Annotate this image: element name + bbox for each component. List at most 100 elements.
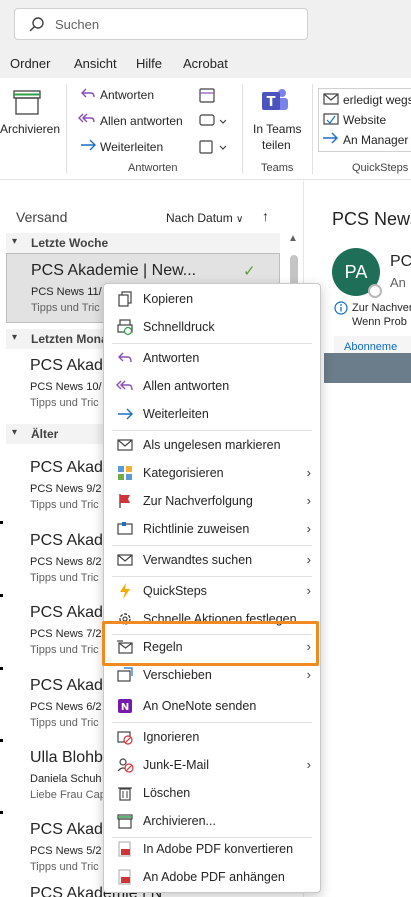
quick-print-icon xyxy=(117,319,133,336)
scroll-up-icon[interactable]: ▲ xyxy=(288,233,298,244)
message-preview: Tipps und Tric xyxy=(30,499,99,511)
submenu-arrow-icon: › xyxy=(306,667,311,682)
menu-item-junk[interactable]: Junk-E-Mail › xyxy=(105,751,319,779)
group-header[interactable]: ▾ Letzte Woche xyxy=(6,233,280,253)
menu-item-nachverfolgung[interactable]: Zur Nachverfolgung › xyxy=(105,487,319,515)
search-box[interactable]: Suchen xyxy=(14,8,308,40)
quickstep-website[interactable]: Website xyxy=(343,113,386,127)
menu-bar: Ordner Ansicht Hilfe Acrobat xyxy=(0,48,411,78)
flag-icon xyxy=(119,494,130,508)
message-sender: Ulla Blohbo xyxy=(30,749,112,766)
envelope-icon xyxy=(117,439,133,451)
menu-item-ungelesen[interactable]: Als ungelesen markieren xyxy=(105,431,319,459)
menu-item-quicksteps[interactable]: QuickSteps › xyxy=(105,577,319,605)
ribbon-forward-button[interactable]: Weiterleiten xyxy=(100,140,163,154)
menu-item-label: Verschieben xyxy=(143,668,212,682)
menu-item-label: Löschen xyxy=(143,786,191,800)
forward-icon xyxy=(118,408,133,420)
archive-button[interactable]: Archivieren xyxy=(0,122,60,136)
menu-item-label: Kopieren xyxy=(143,292,194,306)
onenote-icon: N xyxy=(118,699,132,713)
group-label: Älter xyxy=(31,427,59,441)
ribbon-reply-button[interactable]: Antworten xyxy=(100,88,154,102)
teams-icon[interactable]: T xyxy=(260,86,290,116)
message-subject: Daniela Schuh xyxy=(30,773,102,785)
message-preview: Tipps und Tric xyxy=(30,861,99,873)
menu-ansicht[interactable]: Ansicht xyxy=(74,56,117,71)
menu-item-weiterleiten[interactable]: Weiterleiten xyxy=(105,400,319,428)
trash-icon xyxy=(118,787,132,801)
menu-item-label: Weiterleiten xyxy=(143,407,209,421)
menu-item-label: Verwandtes suchen xyxy=(143,553,253,567)
sender-name[interactable]: PCS xyxy=(390,253,411,271)
search-placeholder: Suchen xyxy=(55,17,100,32)
done-envelope-icon xyxy=(323,93,339,105)
message-subject: PCS News 8/2 xyxy=(30,556,102,568)
message-preview: Tipps und Tric xyxy=(31,302,100,314)
ribbon-reply-all-button[interactable]: Allen antworten xyxy=(100,114,183,128)
menu-item-label: In Adobe PDF konvertieren xyxy=(143,842,294,856)
menu-item-label: Als ungelesen markieren xyxy=(143,438,281,452)
message-preview: Tipps und Tric xyxy=(30,644,99,656)
to-manager-icon xyxy=(323,132,338,144)
teams-share-line2[interactable]: teilen xyxy=(262,138,291,152)
title-bar: Suchen xyxy=(0,0,411,48)
quickstep-manager[interactable]: An Manager xyxy=(343,133,408,147)
collapse-icon: ▾ xyxy=(12,332,18,343)
menu-item-kategorisieren[interactable]: Kategorisieren › xyxy=(105,459,319,487)
teams-share-line1[interactable]: In Teams xyxy=(253,122,301,136)
check-icon: ✓ xyxy=(243,263,256,280)
menu-item-allen-antworten[interactable]: Allen antworten xyxy=(105,372,319,400)
ribbon-group-quicksteps: QuickSteps xyxy=(352,162,409,174)
menu-item-label: Zur Nachverfolgung xyxy=(143,494,253,508)
submenu-arrow-icon: › xyxy=(306,552,311,567)
pdf-convert-icon xyxy=(118,841,131,857)
menu-item-antworten[interactable]: Antworten xyxy=(105,344,319,372)
message-sender: PCS Akade xyxy=(30,677,112,694)
message-sender: PCS Akade xyxy=(30,821,112,838)
sort-dropdown[interactable]: Nach Datum ∨ xyxy=(166,211,243,225)
submenu-arrow-icon: › xyxy=(306,757,311,772)
menu-item-richtlinie[interactable]: Richtlinie zuweisen › xyxy=(105,515,319,543)
ribbon-separator xyxy=(66,84,67,174)
menu-item-archivieren[interactable]: Archivieren... xyxy=(105,807,319,835)
menu-item-verwandtes[interactable]: Verwandtes suchen › xyxy=(105,546,319,574)
more-respond-icon[interactable] xyxy=(198,138,228,156)
menu-ordner[interactable]: Ordner xyxy=(10,56,50,71)
menu-item-pdf-konvertieren[interactable]: In Adobe PDF konvertieren xyxy=(105,835,319,863)
menu-acrobat[interactable]: Acrobat xyxy=(183,56,228,71)
regeln-highlight-box xyxy=(102,621,319,666)
menu-item-ignorieren[interactable]: Ignorieren xyxy=(105,723,319,751)
message-sender: PCS Akade xyxy=(30,357,112,374)
menu-item-onenote[interactable]: N An OneNote senden xyxy=(105,692,319,720)
message-subject: PCS News 6/2 xyxy=(30,701,102,713)
ribbon: Archivieren Antworten Allen antworten We… xyxy=(0,78,411,180)
menu-item-pdf-anhaengen[interactable]: An Adobe PDF anhängen xyxy=(105,863,319,891)
collapse-icon: ▾ xyxy=(12,427,18,438)
meeting-icon[interactable] xyxy=(198,86,216,104)
menu-hilfe[interactable]: Hilfe xyxy=(136,56,162,71)
im-reply-icon[interactable] xyxy=(198,112,228,130)
sort-direction-icon[interactable]: ↑ xyxy=(262,208,269,224)
submenu-arrow-icon: › xyxy=(306,465,311,480)
quickstep-done[interactable]: erledigt wegs xyxy=(343,93,411,107)
website-icon xyxy=(323,113,339,125)
message-preview: Tipps und Tric xyxy=(30,717,99,729)
message-subject: PCS News 9/2 xyxy=(30,483,102,495)
menu-item-label: Richtlinie zuweisen xyxy=(143,522,250,536)
move-icon xyxy=(117,667,133,682)
menu-item-loeschen[interactable]: Löschen xyxy=(105,779,319,807)
menu-item-schnelldruck[interactable]: Schnelldruck xyxy=(105,313,319,341)
lightning-icon xyxy=(120,583,130,599)
find-related-icon xyxy=(117,554,133,566)
categorize-icon xyxy=(118,466,132,480)
message-sender: PCS Akade xyxy=(30,459,112,476)
message-sender: PCS Akade xyxy=(30,532,112,549)
group-label: Letzten Mona xyxy=(31,332,108,346)
message-banner xyxy=(324,353,411,383)
unread-marker xyxy=(0,521,3,524)
reply-icon xyxy=(81,88,95,98)
archive-icon[interactable] xyxy=(12,88,42,118)
menu-item-kopieren[interactable]: Kopieren xyxy=(105,285,319,313)
reply-icon xyxy=(118,352,132,363)
